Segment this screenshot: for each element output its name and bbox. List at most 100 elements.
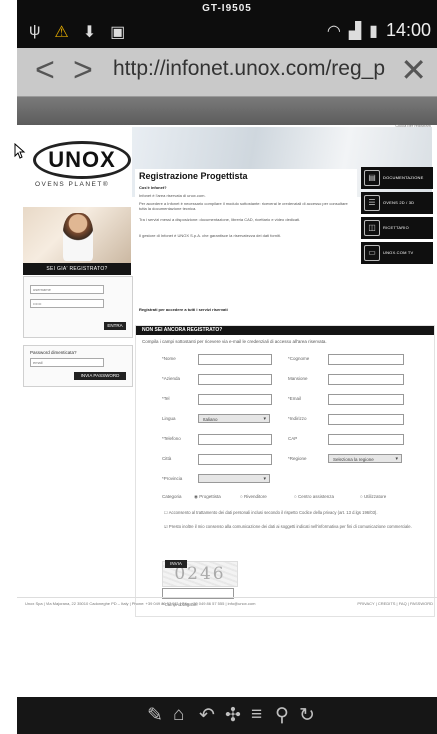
label-email: *Email <box>288 396 302 401</box>
footer-links[interactable]: PRIVACY | CREDITS | FAQ | PASSWORD <box>357 601 433 606</box>
azienda-input[interactable] <box>198 374 272 385</box>
tv-icon: ▭ <box>364 245 380 261</box>
tel-input[interactable] <box>198 394 272 405</box>
menu-unox-tv[interactable]: ▭ UNOX.COM TV <box>361 242 433 264</box>
logo-subtitle: OVENS PLANET® <box>35 181 110 188</box>
woman-photo <box>63 213 93 261</box>
radio-centro-assistenza[interactable]: ○ Centro assistenza <box>294 494 334 499</box>
label-lingua: Lingua <box>162 416 176 421</box>
label-regione: *Regione <box>288 456 307 461</box>
label-categoria: Categoria <box>162 494 182 499</box>
label-provincia: *Provincia <box>162 476 183 481</box>
document-icon: ▤ <box>364 170 380 186</box>
form-description: Compila i campi sottostanti per ricevere… <box>142 339 327 344</box>
regione-value: Seleziona la regione <box>333 457 374 462</box>
close-icon[interactable]: ✕ <box>400 52 427 88</box>
submit-button[interactable]: INVIA <box>165 560 187 568</box>
username-input[interactable]: username <box>30 285 104 294</box>
screenshot-icon: ▣ <box>110 24 126 41</box>
radio-label: Rivenditore <box>243 494 267 499</box>
device-model: GT-I9505 <box>202 3 252 14</box>
page-title: Registrazione Progettista <box>139 171 248 181</box>
refresh-icon[interactable]: ↻ <box>299 704 315 727</box>
radio-rivenditore[interactable]: ○ Rivenditore <box>240 494 267 499</box>
radio-label: Progettista <box>199 494 221 499</box>
logo-text: UNOX <box>33 141 131 179</box>
privacy-consent-1[interactable]: ☐ Acconsento al trattamento dei dati per… <box>142 510 437 515</box>
send-password-button[interactable]: INVIA PASSWORD <box>74 372 126 380</box>
intro-paragraph: Il gestore di Infonet è UNOX S.p.A. che … <box>139 233 282 238</box>
label-cognome: *Cognome <box>288 356 310 361</box>
nome-input[interactable] <box>198 354 272 365</box>
mouse-cursor-icon <box>14 143 26 159</box>
label-cap: CAP <box>288 436 298 441</box>
move-icon[interactable]: ✣ <box>225 704 241 727</box>
menu-label: OVENS 2D / 3D <box>383 200 415 205</box>
privacy-text: Acconsento al trattamento dei dati perso… <box>168 510 378 515</box>
privacy-text: Presto inoltre il mio consenso alla comu… <box>168 524 412 529</box>
url-field[interactable]: http://infonet.unox.com/reg_p <box>113 57 397 81</box>
intro-subtitle: Cos'è Infonet? <box>139 185 167 190</box>
menu-documentazione[interactable]: ▤ DOCUMENTAZIONE <box>361 167 433 189</box>
telefono-input[interactable] <box>198 434 272 445</box>
battery-icon: ▮ <box>369 22 378 40</box>
citta-input[interactable] <box>198 454 272 465</box>
mansione-input[interactable] <box>328 374 404 385</box>
menu-ricettario[interactable]: ◫ RICETTARIO <box>361 217 433 239</box>
recipe-icon: ◫ <box>364 220 380 236</box>
forward-arrow-icon[interactable]: > <box>73 52 93 88</box>
label-telefono: *Telefono <box>162 436 181 441</box>
home-icon[interactable]: ⌂ <box>173 704 184 726</box>
services-menu: ▤ DOCUMENTAZIONE ☰ OVENS 2D / 3D ◫ RICET… <box>361 167 433 267</box>
site-top-strip <box>17 97 437 125</box>
regione-select[interactable]: Seleziona la regione ▾ <box>328 454 402 463</box>
search-icon[interactable]: ⚲ <box>275 704 289 727</box>
privacy-consent-2[interactable]: ☑ Presto inoltre il mio consenso alla co… <box>142 524 437 529</box>
menu-label: UNOX.COM TV <box>383 250 414 255</box>
label-citta: Città <box>162 456 172 461</box>
radio-label: Utilizzatore <box>363 494 387 499</box>
back-arrow-icon[interactable]: < <box>35 52 55 88</box>
login-button[interactable]: ENTRA <box>104 322 126 330</box>
form-header: NON SEI ANCORA REGISTRATO? <box>136 326 434 335</box>
chevron-down-icon: ▾ <box>263 476 266 482</box>
pen-icon[interactable]: ✎ <box>147 704 163 727</box>
login-box: username •••••• ENTRA <box>23 276 133 338</box>
footer-divider <box>17 597 437 598</box>
label-tel: *Tel <box>162 396 170 401</box>
intro-paragraph: Tra i servizi messi a disposizione: docu… <box>139 217 301 222</box>
label-nome: *Nome <box>162 356 176 361</box>
cognome-input[interactable] <box>328 354 404 365</box>
password-input[interactable]: •••••• <box>30 299 104 308</box>
forgot-password-title: Password dimenticata? <box>30 350 77 355</box>
lingua-value: Italiano <box>203 417 218 422</box>
wifi-icon: ◠ <box>326 22 341 40</box>
lingua-select[interactable]: Italiano ▾ <box>198 414 270 423</box>
back-icon[interactable]: ↶ <box>199 704 215 727</box>
indirizzo-input[interactable] <box>328 414 404 425</box>
label-indirizzo: *Indirizzo <box>288 416 307 421</box>
email-input[interactable] <box>328 394 404 405</box>
menu-label: DOCUMENTAZIONE <box>383 175 424 180</box>
radio-label: Centro assistenza <box>297 494 334 499</box>
intro-section: Registrazione Progettista Cos'è Infonet?… <box>135 169 357 319</box>
footer-address: Unox Spa | Via Majorana, 22 35010 Cadone… <box>25 601 256 606</box>
web-page: Clicca per registrarti UNOX OVENS PLANET… <box>17 97 437 697</box>
unox-logo[interactable]: UNOX OVENS PLANET® <box>23 137 133 197</box>
menu-icon[interactable]: ≡ <box>251 704 262 726</box>
chevron-down-icon: ▾ <box>395 456 398 462</box>
intro-paragraph: Infonet è l'area riservata di unox.com. <box>139 193 206 198</box>
radio-utilizzatore[interactable]: ○ Utilizzatore <box>360 494 386 499</box>
cap-input[interactable] <box>328 434 404 445</box>
forgot-password-box: Password dimenticata? email INVIA PASSWO… <box>23 345 133 387</box>
menu-label: RICETTARIO <box>383 225 409 230</box>
chevron-down-icon: ▾ <box>263 416 266 422</box>
forgot-email-input[interactable]: email <box>30 358 104 367</box>
signal-icon: ▟ <box>348 22 362 40</box>
radio-progettista[interactable]: ◉ Progettista <box>194 494 221 500</box>
menu-ovens-2d-3d[interactable]: ☰ OVENS 2D / 3D <box>361 192 433 214</box>
provincia-select[interactable]: ▾ <box>198 474 270 483</box>
intro-paragraph: Per accedere a Infonet è necessario comp… <box>139 201 348 211</box>
alert-icon: ⚠ <box>54 24 69 41</box>
clock: 14:00 <box>385 20 431 40</box>
